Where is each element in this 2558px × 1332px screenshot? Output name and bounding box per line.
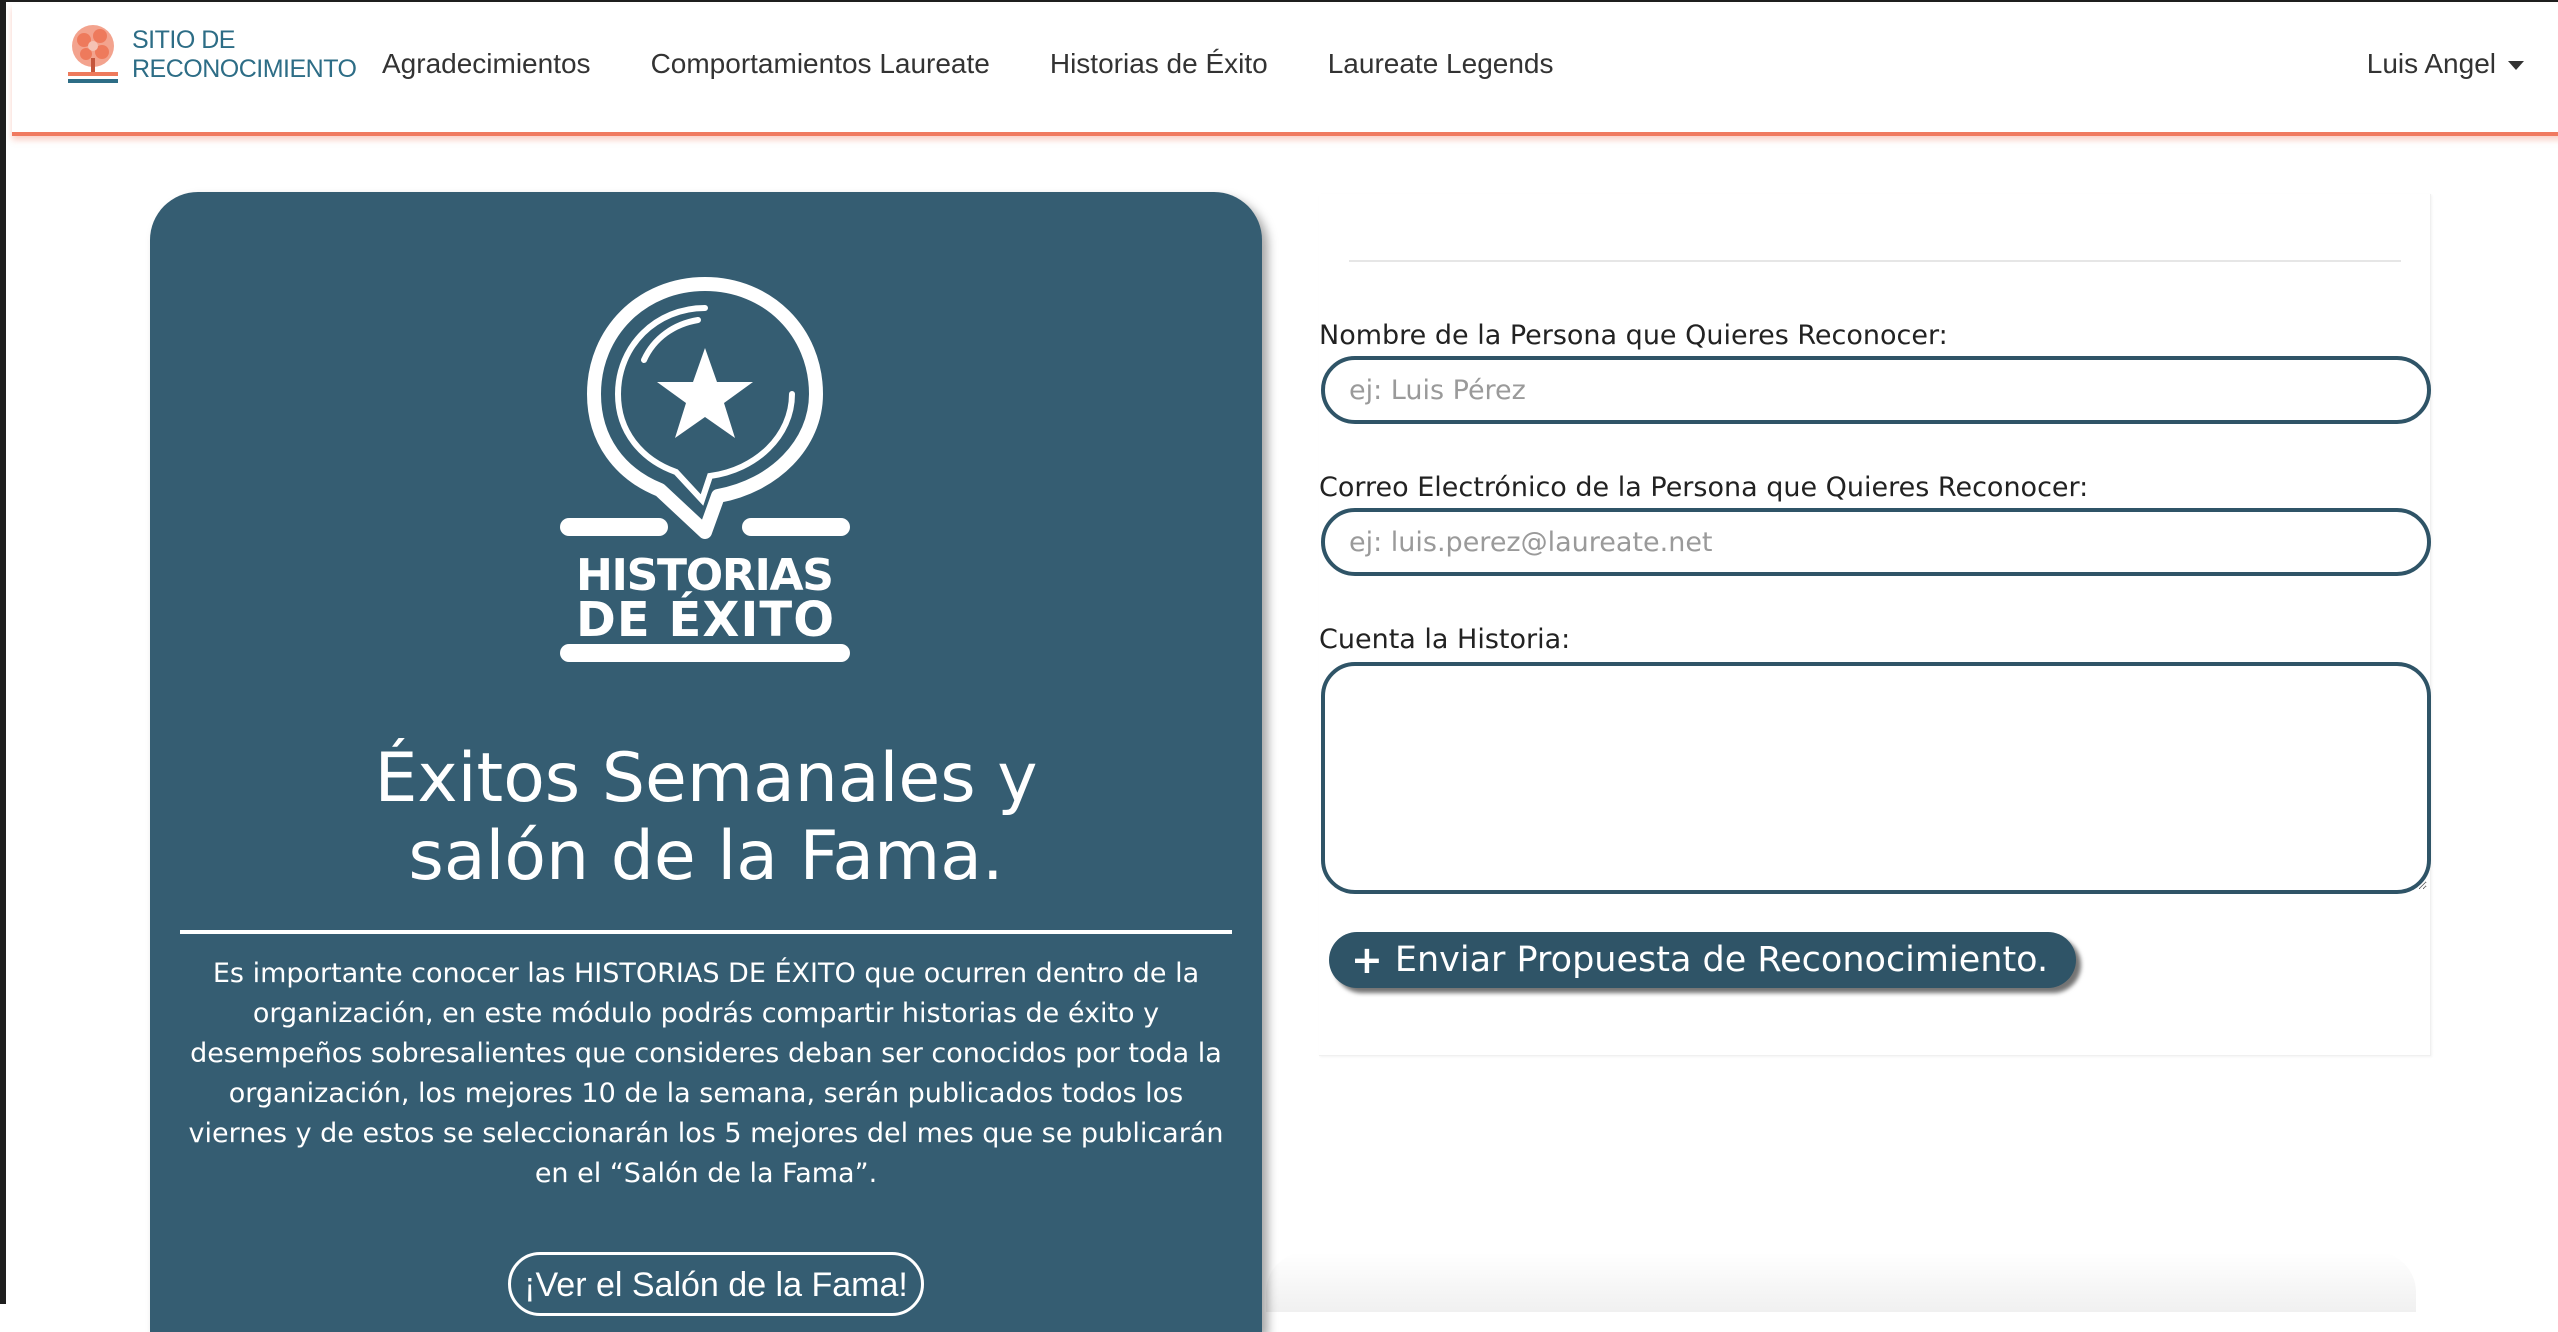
recognition-form: Nombre de la Persona que Quieres Reconoc… [1319, 194, 2431, 1056]
hero-title-line-1: Éxitos Semanales y [374, 739, 1038, 818]
story-textarea[interactable] [1321, 662, 2431, 894]
footer-shadow [1266, 1252, 2416, 1312]
success-stories-card: HISTORIAS DE ÉXITO Éxitos Semanales y sa… [150, 192, 1262, 1332]
submit-recognition-button[interactable]: + Enviar Propuesta de Reconocimiento. [1329, 932, 2077, 988]
plus-icon: + [1351, 938, 1383, 982]
app-frame: SITIO DE RECONOCIMIENTO Agradecimientos … [0, 0, 2558, 1332]
tree-logo-icon [68, 25, 118, 83]
email-label: Correo Electrónico de la Persona que Qui… [1319, 472, 2089, 503]
nav-item-historias[interactable]: Historias de Éxito [1050, 48, 1268, 80]
hero-title: Éxitos Semanales y salón de la Fama. [150, 740, 1262, 896]
caret-down-icon [2508, 61, 2524, 70]
nav-item-comportamientos[interactable]: Comportamientos Laureate [651, 48, 990, 80]
hall-of-fame-button[interactable]: ¡Ver el Salón de la Fama! [508, 1252, 924, 1316]
nav-item-agradecimientos[interactable]: Agradecimientos [382, 48, 591, 80]
name-label: Nombre de la Persona que Quieres Reconoc… [1319, 320, 1948, 351]
hero-divider [180, 930, 1232, 934]
story-label: Cuenta la Historia: [1319, 624, 1571, 655]
brand[interactable]: SITIO DE RECONOCIMIENTO [64, 20, 357, 90]
email-input[interactable] [1321, 508, 2431, 576]
submit-label: Enviar Propuesta de Reconocimiento. [1394, 940, 2049, 980]
brand-line-1: SITIO DE [132, 26, 235, 54]
brand-line-2: RECONOCIMIENTO [132, 55, 357, 83]
user-menu[interactable]: Luis Angel [2367, 48, 2524, 80]
main-nav: Agradecimientos Comportamientos Laureate… [382, 48, 1553, 80]
hero-title-line-2: salón de la Fama. [408, 817, 1004, 896]
form-divider [1349, 260, 2401, 262]
name-input[interactable] [1321, 356, 2431, 424]
top-navbar: SITIO DE RECONOCIMIENTO Agradecimientos … [12, 4, 2558, 136]
star-speech-bubble-icon: HISTORIAS DE ÉXITO [560, 277, 850, 662]
user-name: Luis Angel [2366, 48, 2496, 79]
nav-item-legends[interactable]: Laureate Legends [1328, 48, 1554, 80]
brand-name: SITIO DE RECONOCIMIENTO [132, 26, 357, 84]
hero-logo-line-2: DE ÉXITO [576, 591, 834, 648]
hero-description: Es importante conocer las HISTORIAS DE É… [188, 958, 1224, 1189]
